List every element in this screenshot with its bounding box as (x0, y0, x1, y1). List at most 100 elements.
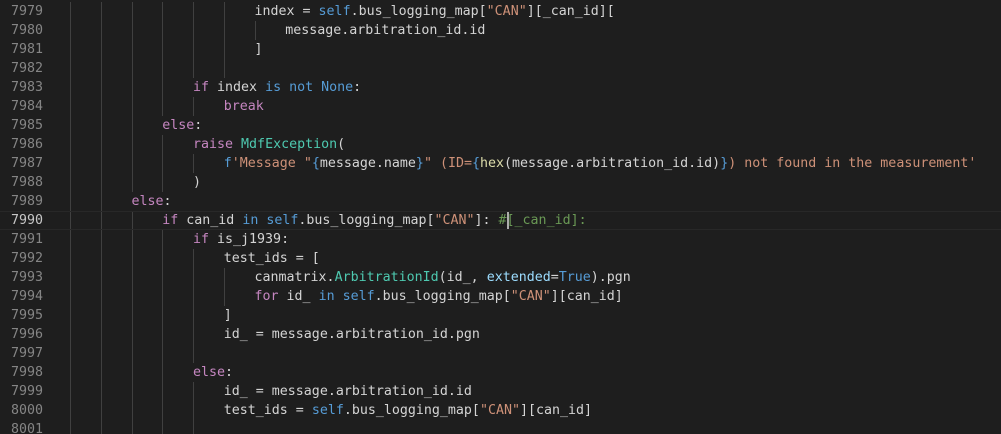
code-line[interactable]: 7988) (0, 173, 1001, 192)
code-token: (message.arbitration_id.id) (504, 156, 721, 171)
code-token: "CAN" (434, 213, 475, 228)
code-token: "CAN" (510, 289, 551, 304)
code-token: ).pgn (590, 270, 631, 285)
code-token: "CAN" (486, 4, 527, 19)
code-editor[interactable]: 7979 index = self.bus_logging_map["CAN"][… (0, 0, 1001, 434)
line-number: 7999 (10, 384, 43, 399)
line-number: 7993 (10, 270, 43, 285)
code-line[interactable]: 7995] (0, 306, 1001, 325)
code-line[interactable]: 7980 message.arbitration_id.id (0, 21, 1001, 40)
code-token: in (242, 213, 259, 228)
code-token: else (131, 194, 164, 209)
code-token: if (162, 213, 179, 228)
code-line[interactable]: 7981] (0, 40, 1001, 59)
code-line[interactable]: 7993 canmatrix.ArbitrationId(id_, extende… (0, 268, 1001, 287)
line-number: 8000 (10, 403, 43, 418)
code-token: : (163, 194, 172, 209)
code-token: : (225, 365, 234, 380)
code-token: ArbitrationId (334, 270, 439, 285)
code-line[interactable]: 7987 f'Message "{message.name}" (ID={hex(… (0, 154, 1001, 173)
code-text: id_ = message.arbitration_id.pgn (224, 325, 480, 344)
code-line[interactable]: 7982 (0, 59, 1001, 78)
code-line[interactable]: 7992 test_ids = [ (0, 249, 1001, 268)
line-number: 7994 (10, 289, 43, 304)
code-line[interactable]: 7983 if index is not None: (0, 78, 1001, 97)
code-token: self (311, 403, 344, 418)
code-line[interactable]: 7986 raise MdfException( (0, 135, 1001, 154)
line-number: 7980 (10, 23, 43, 38)
line-number: 7982 (10, 61, 43, 76)
line-number: 7987 (10, 156, 43, 171)
code-token: ) not found in the measurement' (728, 156, 977, 171)
code-token: message.name (319, 156, 416, 171)
code-text: index = self.bus_logging_map["CAN"][_can… (255, 2, 615, 21)
code-text: message.arbitration_id.id (285, 21, 485, 40)
code-text: canmatrix.ArbitrationId(id_, extended=Tr… (255, 268, 631, 287)
code-text: if index is not None: (193, 78, 361, 97)
code-token: in (318, 289, 335, 304)
line-number: 7998 (10, 365, 43, 380)
code-text: if can_id in self.bus_logging_map["CAN"]… (162, 211, 586, 230)
code-line[interactable]: 7997 (0, 344, 1001, 363)
code-line[interactable]: 7984 break (0, 97, 1001, 116)
code-token: { (471, 156, 480, 171)
code-token: ]: (474, 213, 499, 228)
code-text: if is_j1939: (193, 230, 289, 249)
code-token: "CAN" (479, 403, 520, 418)
code-token: .bus_logging_map[ (350, 4, 487, 19)
code-line[interactable]: 7994 for id_ in self.bus_logging_map["CAN… (0, 287, 1001, 306)
code-token: .bus_logging_map[ (374, 289, 511, 304)
code-token: else (162, 118, 195, 133)
code-token: test_ids = [ (223, 251, 320, 266)
code-line[interactable]: 7996 id_ = message.arbitration_id.pgn (0, 325, 1001, 344)
code-text: id_ = message.arbitration_id.id (224, 382, 472, 401)
code-token: .bus_logging_map[ (298, 213, 435, 228)
code-token: : (194, 118, 203, 133)
code-token: ] (254, 42, 263, 57)
code-token: id_ = message.arbitration_id.pgn (223, 327, 480, 342)
code-line[interactable]: 7991 if is_j1939: (0, 230, 1001, 249)
code-line[interactable]: 7989 else: (0, 192, 1001, 211)
code-text: else: (162, 116, 202, 135)
code-line[interactable]: 7990 if can_id in self.bus_logging_map["C… (0, 211, 1001, 230)
code-token: (id_, (438, 270, 487, 285)
code-token: id_ (278, 289, 319, 304)
code-text: ) (193, 173, 201, 192)
code-line[interactable]: 8001 (0, 420, 1001, 434)
code-token: 'Message " (231, 156, 312, 171)
code-token: is not (265, 80, 314, 95)
code-line[interactable]: 7999 id_ = message.arbitration_id.id (0, 382, 1001, 401)
code-token: ] (223, 308, 232, 323)
line-number: 7992 (10, 251, 43, 266)
code-token: f (223, 156, 232, 171)
line-number: 7985 (10, 118, 43, 133)
code-token: MdfException (241, 137, 338, 152)
code-line[interactable]: 7985 else: (0, 116, 1001, 135)
code-line[interactable]: 8000 test_ids = self.bus_logging_map["CAN… (0, 401, 1001, 420)
line-number: 7995 (10, 308, 43, 323)
code-token: #[_can_id]: (498, 213, 587, 228)
line-number: 7997 (10, 346, 43, 361)
code-token: self (266, 213, 299, 228)
line-number: 7991 (10, 232, 43, 247)
text-cursor (506, 212, 509, 229)
line-number: 7979 (10, 4, 43, 19)
line-number: 7988 (10, 175, 43, 190)
code-token: extended (486, 270, 551, 285)
code-token: .bus_logging_map[ (343, 403, 480, 418)
code-token: id_ = message.arbitration_id.id (223, 384, 472, 399)
code-text: ] (224, 306, 232, 325)
code-token: " (ID= (423, 156, 472, 171)
code-text: ] (255, 40, 263, 59)
code-token: ][can_id] (550, 289, 623, 304)
code-line[interactable]: 7979 index = self.bus_logging_map["CAN"][… (0, 2, 1001, 21)
code-token: hex (480, 156, 505, 171)
code-token: self (318, 4, 351, 19)
code-token: for (254, 289, 279, 304)
code-token: message.arbitration_id.id (285, 23, 486, 38)
code-text: for id_ in self.bus_logging_map["CAN"][c… (255, 287, 623, 306)
line-number: 7990 (10, 213, 43, 228)
code-line[interactable]: 7998 else: (0, 363, 1001, 382)
